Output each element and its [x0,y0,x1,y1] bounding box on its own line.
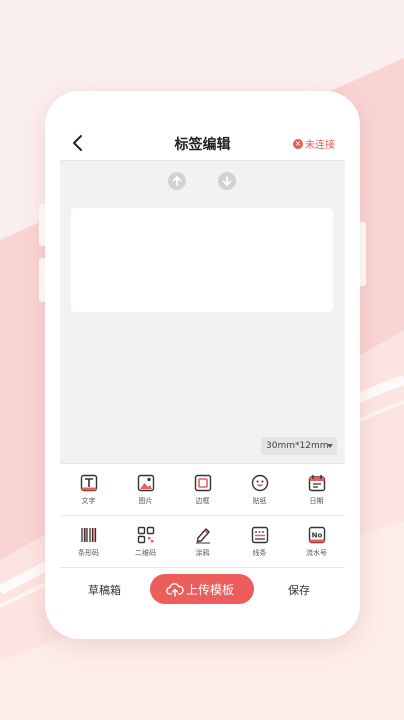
tool-sticker[interactable]: 贴纸 [231,464,288,515]
tool-qrcode[interactable]: 二维码 [117,516,174,568]
tool-row: 条形码 二维码 涂鸦 线条 No 流水号 [60,516,345,568]
drafts-button[interactable]: 草稿箱 [88,582,121,598]
tool-barcode[interactable]: 条形码 [60,516,117,568]
connection-status-label: 未连接 [305,140,335,151]
tool-line[interactable]: 线条 [231,516,288,568]
arrow-up-circle-icon [172,176,182,186]
save-button[interactable]: 保存 [288,582,310,598]
label-canvas[interactable] [71,208,333,312]
tool-label: 二维码 [135,549,156,557]
tool-label: 边框 [195,497,210,505]
bottom-bar: 草稿箱 上传模板 保存 [60,567,345,610]
tool-serial-number[interactable]: No 流水号 [288,516,345,568]
text-icon [80,474,97,492]
serial-number-icon: No [308,526,325,544]
move-up-button[interactable] [168,172,186,190]
cloud-upload-icon [166,583,184,597]
image-icon [137,474,154,492]
app-screen: 标签编辑 × 未连接 30mm*12mm 文字 图片 边框 贴纸 日期 条形码 … [60,125,345,610]
serial-icon-text: No [311,532,322,540]
sticker-icon [251,474,268,492]
tool-panel: 文字 图片 边框 贴纸 日期 条形码 二维码 涂鸦 线条 No 流水号 [60,463,345,567]
tool-doodle[interactable]: 涂鸦 [174,516,231,568]
tool-label: 流水号 [306,549,327,557]
qrcode-icon [137,526,154,544]
line-icon [251,526,268,544]
close-circle-icon: × [293,138,303,149]
tool-label: 文字 [81,497,96,505]
tool-label: 线条 [252,549,267,557]
label-size-select[interactable]: 30mm*12mm [261,437,337,455]
arrow-down-circle-icon [222,176,232,186]
tool-label: 贴纸 [252,497,267,505]
barcode-icon [80,528,96,542]
tool-label: 图片 [138,497,153,505]
move-down-button[interactable] [218,172,236,190]
label-size-value: 30mm*12mm [266,441,329,451]
pen-icon [195,528,210,544]
top-bar: 标签编辑 × 未连接 [60,125,345,161]
connection-status[interactable]: × 未连接 [293,136,335,151]
tool-image[interactable]: 图片 [117,464,174,515]
tool-label: 日期 [309,497,324,505]
tool-date[interactable]: 日期 [288,464,345,515]
calendar-icon [308,475,325,492]
tool-label: 涂鸦 [195,549,210,557]
caret-down-icon [327,444,333,448]
tool-label: 条形码 [78,549,99,557]
upload-template-label: 上传模板 [186,583,235,597]
border-icon [194,474,211,492]
tool-border[interactable]: 边框 [174,464,231,515]
upload-template-button[interactable]: 上传模板 [150,574,254,604]
tool-text[interactable]: 文字 [60,464,117,515]
tool-row: 文字 图片 边框 贴纸 日期 [60,464,345,516]
